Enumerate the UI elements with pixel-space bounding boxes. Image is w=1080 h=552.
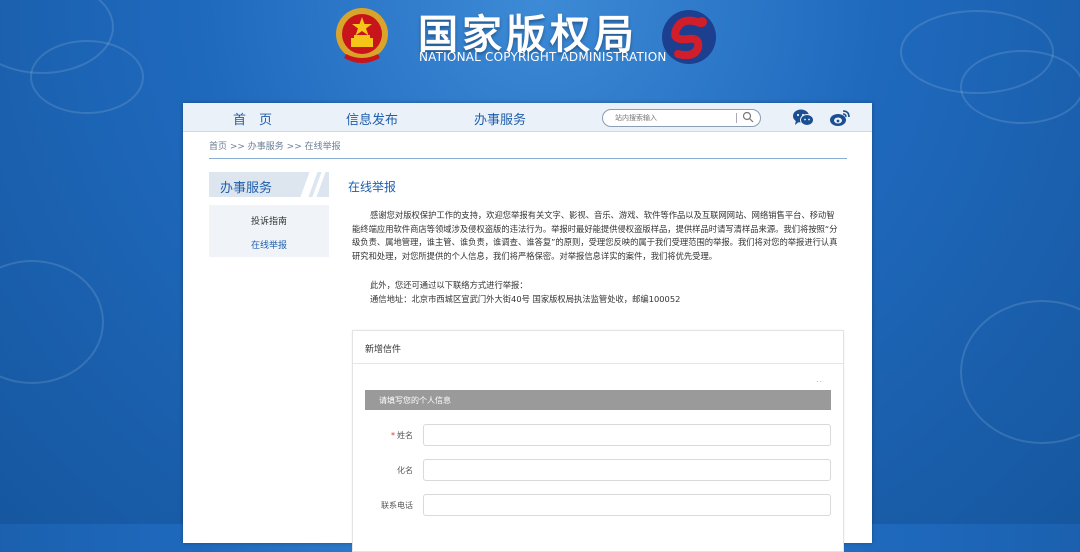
field-label-alias: 化名: [397, 466, 413, 475]
copyright-logo-icon: [662, 10, 716, 64]
form-title: 新增信件: [365, 345, 402, 355]
form-section-title: 请填写您的个人信息: [379, 396, 451, 405]
name-field[interactable]: [423, 424, 831, 446]
search-icon[interactable]: [742, 111, 754, 123]
form-section-bar: 请填写您的个人信息: [365, 390, 831, 410]
page-title: 在线举报: [348, 180, 397, 194]
field-label-phone: 联系电话: [381, 501, 413, 510]
search-divider: [736, 113, 737, 123]
sidebar-item-complaint-guide[interactable]: 投诉指南: [209, 214, 329, 227]
form-dots: ..: [816, 375, 824, 384]
sidebar-heading-text: 办事服务: [220, 181, 273, 196]
alias-field[interactable]: [423, 459, 831, 481]
search-input[interactable]: [615, 112, 725, 124]
national-emblem-icon: [336, 8, 388, 63]
mailing-address: 通信地址：北京市西城区宣武门外大街40号 国家版权局执法监管处收，邮编10005…: [370, 294, 681, 304]
field-label-text: 姓名: [397, 431, 413, 440]
decorative-cloud: [30, 40, 144, 114]
top-nav: 首 页 信息发布 办事服务: [183, 103, 872, 132]
nav-item-info-release[interactable]: 信息发布: [346, 109, 398, 128]
sidebar-menu: 投诉指南 在线举报: [209, 205, 329, 257]
content-panel: 首 页 信息发布 办事服务 首页 >> 办事服务 >> 在线举报: [183, 103, 872, 552]
form-divider: [353, 363, 843, 364]
nav-item-services[interactable]: 办事服务: [474, 109, 526, 128]
phone-field[interactable]: [423, 494, 831, 516]
intro-paragraph: 感谢您对版权保护工作的支持，欢迎您举报有关文字、影视、音乐、游戏、软件等作品以及…: [352, 210, 838, 262]
search-box: [602, 109, 761, 127]
site-title-en: NATIONAL COPYRIGHT ADMINISTRATION: [419, 50, 667, 64]
field-label-name: * 姓名: [353, 430, 413, 441]
wechat-icon[interactable]: [792, 108, 814, 127]
nav-item-home[interactable]: 首 页: [233, 109, 272, 128]
decorative-cloud: [0, 260, 104, 384]
weibo-icon[interactable]: [829, 108, 851, 127]
contact-intro: 此外，您还可通过以下联络方式进行举报：: [370, 280, 528, 290]
breadcrumb: 首页 >> 办事服务 >> 在线举报: [209, 142, 341, 152]
sidebar-item-online-report[interactable]: 在线举报: [209, 238, 329, 251]
required-mark: *: [391, 431, 395, 440]
report-form: 新增信件 .. 请填写您的个人信息 * 姓名 化名 联系电话: [352, 330, 844, 552]
decorative-cloud: [960, 50, 1080, 124]
breadcrumb-divider: [209, 158, 847, 159]
sidebar-heading: 办事服务: [209, 172, 329, 197]
decorative-cloud: [960, 300, 1080, 444]
